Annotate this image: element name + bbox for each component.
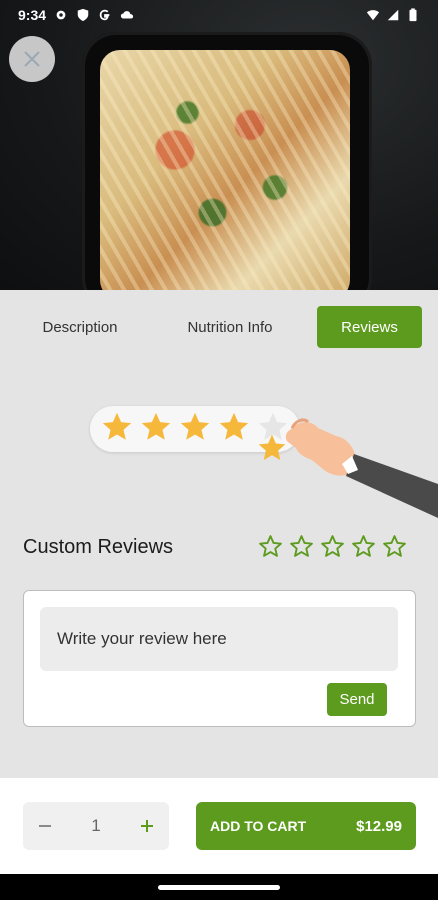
- filled-star-icon: [180, 412, 210, 440]
- close-button[interactable]: [9, 36, 55, 82]
- review-star-rating[interactable]: [258, 534, 407, 559]
- tab-bar: Description Nutrition Info Reviews: [0, 306, 438, 348]
- tab-reviews[interactable]: Reviews: [317, 306, 422, 348]
- hand-icon: [285, 418, 438, 518]
- add-to-cart-label: ADD TO CART: [210, 818, 307, 834]
- google-icon: [99, 9, 110, 21]
- home-indicator[interactable]: [158, 885, 280, 890]
- tab-description[interactable]: Description: [16, 306, 144, 348]
- decrease-quantity-button[interactable]: [23, 802, 67, 850]
- wifi-icon: [366, 10, 380, 21]
- filled-star-icon: [219, 412, 249, 440]
- cart-price: $12.99: [356, 817, 402, 835]
- send-button[interactable]: Send: [327, 683, 387, 716]
- cloud-icon: [120, 11, 134, 19]
- system-nav-bar: [0, 874, 438, 900]
- shield-icon: [77, 8, 89, 22]
- filled-star-icon: [102, 412, 132, 440]
- close-icon: [24, 51, 40, 67]
- gear-icon: [56, 10, 66, 20]
- minus-icon: [39, 825, 51, 827]
- battery-icon: [409, 8, 417, 22]
- rating-star-5-icon[interactable]: [382, 534, 407, 559]
- quantity-stepper: 1: [23, 802, 169, 850]
- product-details: Description Nutrition Info Reviews Custo…: [0, 290, 438, 778]
- review-input[interactable]: [40, 607, 398, 671]
- filled-star-icon: [141, 412, 171, 440]
- cart-bar: 1 ADD TO CART $12.99: [0, 778, 438, 874]
- rating-star-1-icon[interactable]: [258, 534, 283, 559]
- rating-star-4-icon[interactable]: [351, 534, 376, 559]
- signal-icon: [387, 9, 399, 21]
- status-time: 9:34: [18, 7, 47, 23]
- hero-image: [0, 0, 438, 290]
- quantity-value: 1: [91, 816, 101, 835]
- rating-star-3-icon[interactable]: [320, 534, 345, 559]
- status-bar: 9:34: [0, 0, 438, 30]
- plus-icon: [141, 820, 153, 832]
- review-form-card: Send: [23, 590, 416, 727]
- rating-star-2-icon[interactable]: [289, 534, 314, 559]
- add-to-cart-button[interactable]: ADD TO CART $12.99: [196, 802, 416, 850]
- custom-reviews-title: Custom Reviews: [23, 536, 174, 558]
- tab-nutrition-info[interactable]: Nutrition Info: [166, 306, 294, 348]
- increase-quantity-button[interactable]: [125, 802, 169, 850]
- food-image: [100, 50, 350, 290]
- rating-illustration: [90, 398, 438, 528]
